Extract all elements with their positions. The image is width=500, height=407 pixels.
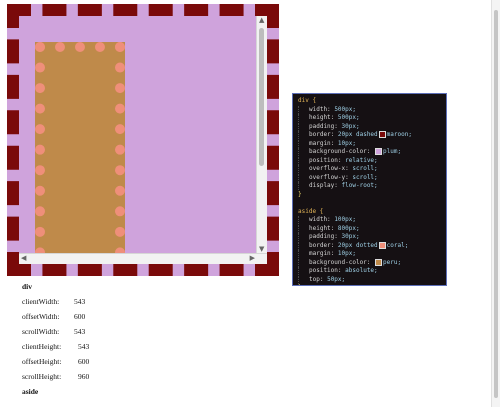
code-prop: padding: <box>309 233 338 240</box>
scroll-right-arrow-icon[interactable]: ▶ <box>250 255 255 262</box>
metric-label: clientHeight: <box>22 342 62 351</box>
metric-value: 600 <box>74 312 86 321</box>
aside-selector: aside { <box>298 207 324 215</box>
metric-row: scrollWidth: 543 <box>22 327 85 342</box>
vertical-scrollbar-thumb[interactable] <box>259 28 264 166</box>
metric-row: clientWidth: 543 <box>22 297 85 312</box>
metric-label: scrollWidth: <box>22 327 60 336</box>
metric-value: 543 <box>78 342 90 351</box>
metrics-list: div clientWidth: 543 offsetWidth: 600 sc… <box>22 282 89 402</box>
code-prop: overflow-x: <box>309 165 349 172</box>
demo-aside-box <box>35 42 125 264</box>
metrics-aside-heading: aside <box>22 387 39 396</box>
scroll-up-arrow-icon[interactable]: ▲ <box>259 17 264 24</box>
code-prop: height: <box>309 114 335 121</box>
code-val: coral; <box>386 241 409 249</box>
metric-value: 960 <box>78 372 90 381</box>
horizontal-scrollbar[interactable]: ◀ ▶ <box>19 253 267 264</box>
code-val: plum; <box>383 148 402 155</box>
metric-value: 600 <box>78 357 90 366</box>
div-close-brace: } <box>298 190 302 198</box>
code-val: maroon; <box>386 131 412 138</box>
code-prop: border: <box>309 131 335 138</box>
coral-swatch-icon <box>378 241 386 249</box>
code-prop: background-color: <box>309 148 371 155</box>
metric-row: scrollHeight: 960 <box>22 372 89 387</box>
code-prop: width: <box>309 105 331 113</box>
code-val: 10px; <box>337 250 356 257</box>
code-val: relative; <box>345 156 378 164</box>
metric-row: offsetHeight: 600 <box>22 357 89 372</box>
page-scrollbar[interactable] <box>491 0 500 407</box>
code-val: 10px; <box>337 139 356 147</box>
code-prop: width: <box>309 216 331 223</box>
metric-label: scrollHeight: <box>22 372 62 381</box>
metric-value: 543 <box>74 297 86 306</box>
demo-div-box[interactable]: ▲ ▼ ◀ ▶ <box>7 4 279 276</box>
code-val: scroll; <box>352 165 378 172</box>
metric-row: offsetWidth: 600 <box>22 312 85 327</box>
code-val: 800px; <box>337 224 360 232</box>
code-prop: border: <box>309 241 335 249</box>
code-prop: display: <box>309 182 338 189</box>
code-prop: position: <box>309 267 342 274</box>
code-prop: margin: <box>309 250 335 257</box>
code-val: 30px; <box>341 122 360 130</box>
peru-swatch-icon <box>375 258 383 266</box>
metric-row: clientHeight: 543 <box>22 342 89 357</box>
code-val: peru; <box>383 258 402 266</box>
code-prop: overflow-y: <box>309 173 349 181</box>
metric-label: offsetHeight: <box>22 357 62 366</box>
metric-label: offsetWidth: <box>22 312 60 321</box>
code-val: scroll; <box>352 173 378 181</box>
aside-close-brace: } <box>298 284 302 285</box>
metric-value: 543 <box>74 327 86 336</box>
code-val: flow-root; <box>341 182 378 189</box>
code-prop: height: <box>309 224 335 232</box>
maroon-swatch-icon <box>378 131 386 138</box>
code-prop: background-color: <box>309 258 371 266</box>
plum-swatch-icon <box>375 148 383 155</box>
code-prop: padding: <box>309 122 338 130</box>
vertical-scrollbar[interactable]: ▲ ▼ <box>256 16 267 254</box>
metrics-div-heading: div <box>22 282 33 291</box>
code-prop: top: <box>309 275 324 283</box>
metric-label: clientWidth: <box>22 297 60 306</box>
code-val: 30px; <box>341 233 360 240</box>
code-val: 500px; <box>337 114 360 121</box>
css-code-panel: div { width: 500px; height: 500px; paddi… <box>292 93 447 286</box>
code-val: 20px dotted <box>337 241 378 249</box>
code-val: absolute; <box>345 267 378 274</box>
scroll-down-arrow-icon[interactable]: ▼ <box>259 246 264 253</box>
code-prop: margin: <box>309 139 335 147</box>
code-val: 100px; <box>334 216 356 223</box>
page-scrollbar-thumb[interactable] <box>494 10 498 398</box>
code-val: 500px; <box>334 105 356 113</box>
code-prop: position: <box>309 156 342 164</box>
code-val: 50px; <box>327 275 346 283</box>
code-val: 20px dashed <box>337 131 378 138</box>
div-selector: div { <box>298 97 317 104</box>
scroll-left-arrow-icon[interactable]: ◀ <box>21 255 26 262</box>
